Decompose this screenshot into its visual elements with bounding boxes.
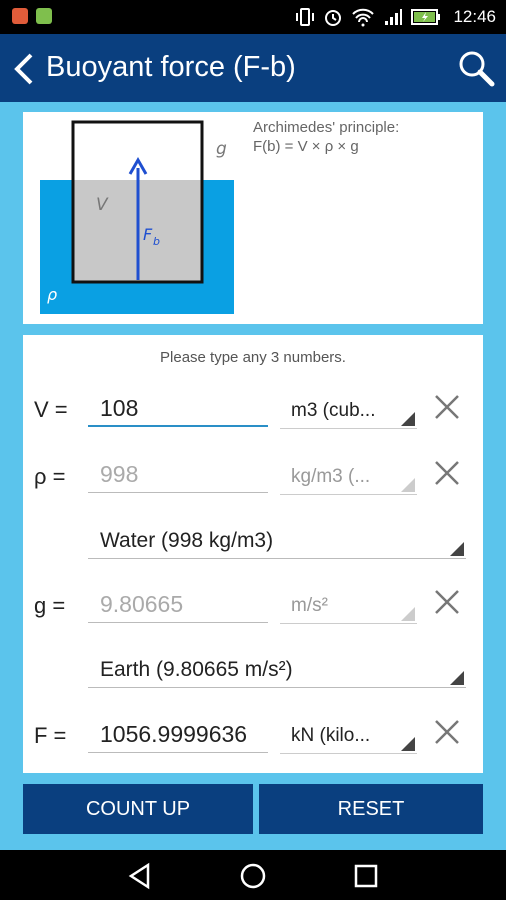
volume-input[interactable]: 108	[88, 391, 268, 427]
dropdown-triangle-icon	[450, 671, 464, 685]
app-bar: Buoyant force (F-b)	[0, 34, 506, 102]
formula-line-2: F(b) = V × ρ × g	[253, 138, 359, 155]
clear-force-icon[interactable]	[431, 716, 463, 748]
force-input[interactable]: 1056.9999636	[88, 717, 268, 753]
status-bar: 12:46	[0, 0, 506, 34]
label-rho: ρ	[47, 285, 57, 304]
volume-label: V =	[34, 397, 68, 422]
navigation-bar	[0, 850, 506, 900]
clock: 12:46	[453, 7, 496, 26]
nav-recents-icon[interactable]	[352, 862, 380, 890]
clear-volume-icon[interactable]	[431, 391, 463, 423]
label-F: F	[143, 225, 153, 244]
hint-text: Please type any 3 numbers.	[160, 349, 346, 366]
alarm-icon	[325, 10, 342, 26]
dropdown-triangle-icon	[401, 737, 415, 751]
dropdown-triangle-icon	[401, 607, 415, 621]
label-g: g	[216, 139, 227, 159]
vibrate-icon	[296, 8, 315, 26]
clear-density-icon[interactable]	[431, 457, 463, 489]
back-arrow-icon[interactable]	[10, 52, 40, 86]
nav-home-icon[interactable]	[239, 862, 267, 890]
buoyancy-diagram: V F b ρ g	[40, 120, 234, 314]
dropdown-triangle-icon	[401, 478, 415, 492]
density-unit-select[interactable]: kg/m3 (...	[280, 459, 417, 495]
gravity-unit-select[interactable]: m/s²	[280, 588, 417, 624]
label-F-subscript: b	[153, 235, 160, 248]
diagram-card: V F b ρ g Archimedes' principle: F(b) = …	[23, 112, 483, 324]
formula-line-1: Archimedes' principle:	[253, 119, 400, 136]
force-unit-select[interactable]: kN (kilo...	[280, 718, 417, 754]
form-card: Please type any 3 numbers. V = 108 m3 (c…	[23, 335, 483, 773]
volume-unit-select[interactable]: m3 (cub...	[280, 393, 417, 429]
clear-gravity-icon[interactable]	[431, 586, 463, 618]
battery-icon	[411, 9, 441, 25]
notification-android-icon	[36, 8, 52, 24]
wifi-icon	[352, 8, 375, 27]
label-V: V	[96, 195, 109, 215]
gravity-input[interactable]: 9.80665	[88, 587, 268, 623]
density-preset-text: Water (998 kg/m3)	[100, 529, 274, 552]
density-preset-select[interactable]: Water (998 kg/m3)	[88, 523, 466, 559]
gravity-unit-text: m/s²	[291, 595, 328, 616]
formula-text: Archimedes' principle: F(b) = V × ρ × g	[253, 118, 399, 156]
page-title: Buoyant force (F-b)	[46, 51, 296, 83]
reset-button[interactable]: RESET	[259, 784, 483, 834]
force-unit-text: kN (kilo...	[291, 725, 371, 746]
density-label: ρ =	[34, 464, 66, 489]
density-input[interactable]: 998	[88, 457, 268, 493]
dropdown-triangle-icon	[450, 542, 464, 556]
signal-icon	[385, 9, 403, 25]
gravity-preset-select[interactable]: Earth (9.80665 m/s²)	[88, 652, 466, 688]
volume-unit-text: m3 (cub...	[291, 400, 376, 421]
nav-back-icon[interactable]	[126, 862, 154, 890]
dropdown-triangle-icon	[401, 412, 415, 426]
gravity-label: g =	[34, 593, 66, 618]
search-icon[interactable]	[456, 48, 496, 88]
gravity-preset-text: Earth (9.80665 m/s²)	[100, 658, 293, 681]
count-up-button[interactable]: COUNT UP	[23, 784, 253, 834]
notification-app-icon	[12, 8, 28, 24]
density-unit-text: kg/m3 (...	[291, 466, 371, 487]
force-label: F =	[34, 723, 67, 748]
